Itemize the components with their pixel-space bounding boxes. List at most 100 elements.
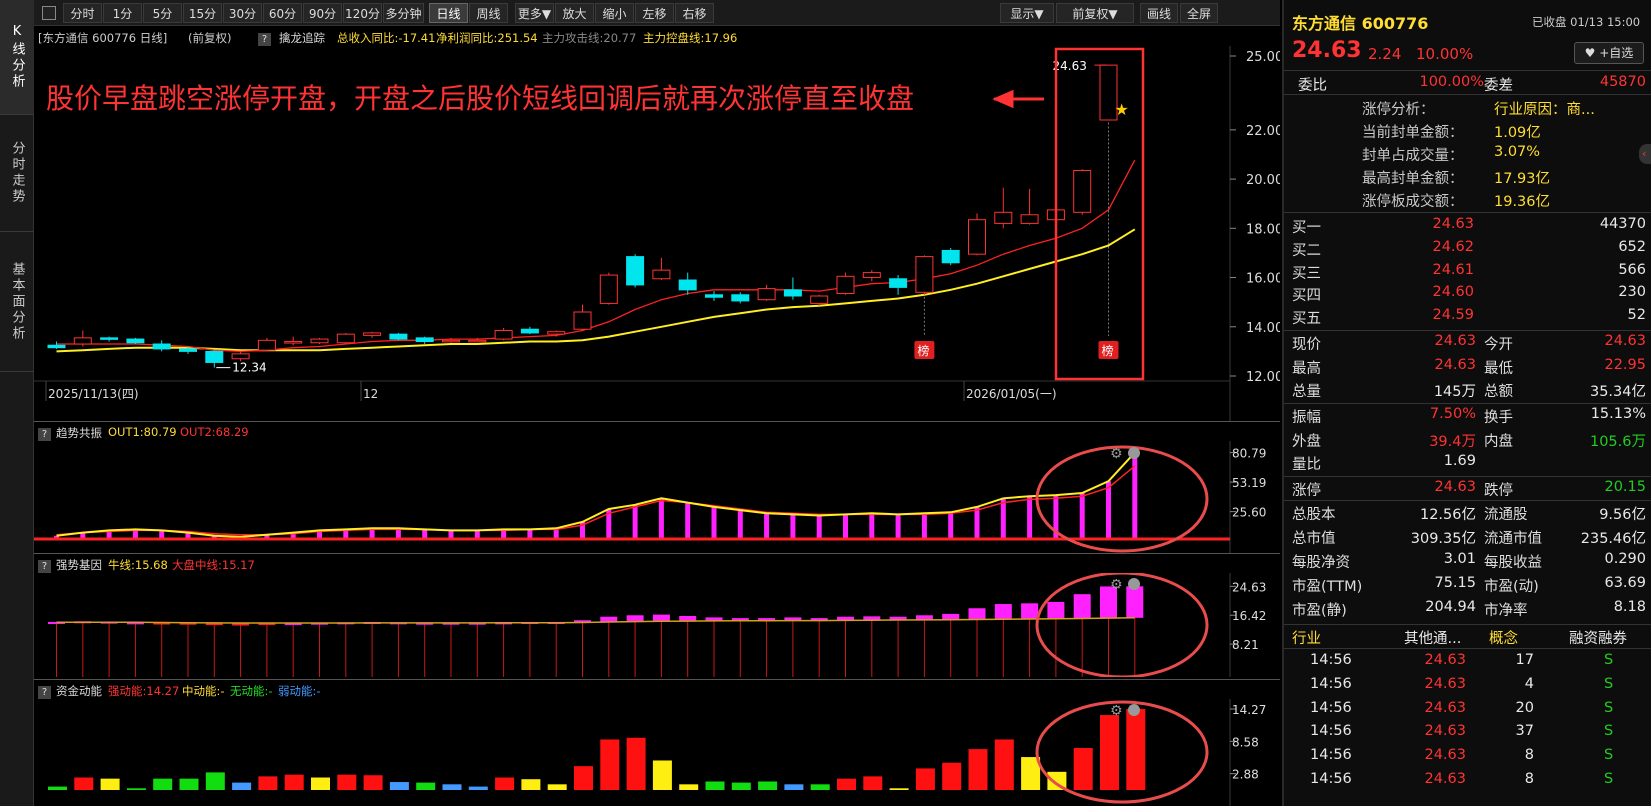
candle-up — [310, 338, 329, 344]
period-button-14[interactable]: 左移 — [635, 3, 674, 23]
fund-value: 75.15 — [1434, 575, 1476, 591]
quote-key: 最高 — [1292, 360, 1321, 377]
energy-bar — [1073, 747, 1093, 790]
period-button-9[interactable]: 日线 — [429, 3, 468, 23]
indicator1-header: ? 趋势共振 OUT1:80.79 OUT2:68.29 — [34, 421, 1280, 441]
quote-value: 1.69 — [1443, 453, 1476, 469]
candle-down — [415, 337, 434, 343]
candle-up — [231, 353, 250, 360]
tick-volume: 17 — [1515, 652, 1534, 668]
period-button-13[interactable]: 缩小 — [595, 3, 634, 23]
energy-bar — [574, 766, 593, 790]
indicator2-header: ? 强势基因 牛线:15.68 大盘中线:15.17 — [34, 553, 1280, 573]
bang-label: 榜 — [917, 343, 929, 358]
close-icon — [1128, 447, 1140, 459]
period-button-1[interactable]: 1分 — [103, 3, 142, 23]
energy-bar — [915, 768, 935, 790]
quote-value: 24.63 — [1604, 333, 1646, 349]
indicator3-medium: 中动能:- — [182, 684, 225, 698]
strong-gene-chart[interactable]: 24.63 16.42 8.21 ⚙ — [34, 573, 1280, 677]
out1-line — [56, 451, 1136, 538]
period-button-4[interactable]: 30分 — [223, 3, 262, 23]
toolbar-checkbox[interactable] — [42, 6, 56, 20]
period-button-3[interactable]: 15分 — [183, 3, 222, 23]
indicator3-weak: 弱动能:- — [278, 684, 321, 698]
resonance-bar — [816, 515, 822, 539]
period-button-2[interactable]: 5分 — [143, 3, 182, 23]
annotation-text: 股价早盘跳空涨停开盘，开盘之后股价短线回调后就再次涨停直至收盘 — [46, 82, 914, 115]
tab-fundamentals[interactable]: 基本面分析 — [0, 232, 34, 372]
bid-price: 24.61 — [1432, 261, 1474, 278]
tick-time: 14:56 — [1310, 723, 1352, 740]
limit-analysis-key: 封单占成交量： — [1362, 148, 1464, 164]
period-button-12[interactable]: 放大 — [555, 3, 594, 23]
tick-time: 14:56 — [1310, 747, 1352, 764]
indicator3-strong: 强动能:14.27 — [108, 684, 180, 698]
ma-short-line — [56, 159, 1136, 353]
quote-value: 145万 — [1433, 384, 1476, 400]
tick-price: 24.63 — [1424, 675, 1466, 692]
period-button-0[interactable]: 分时 — [63, 3, 102, 23]
close-icon — [1128, 578, 1140, 590]
fund-value: 3.01 — [1443, 551, 1476, 567]
price-change: 2.24 — [1368, 45, 1402, 63]
collapse-arrow-icon[interactable]: ‹ — [1639, 144, 1651, 164]
quote-value: 105.6万 — [1589, 433, 1646, 450]
toolbar-right-button-1[interactable]: 前复权▼ — [1056, 3, 1134, 23]
tab-kline-analysis[interactable]: K线分析 — [0, 0, 34, 115]
energy-bar — [521, 779, 541, 790]
candlestick-chart[interactable]: 25.00 22.00 20.00 18.00 16.00 14.00 12.00 2025/… — [34, 46, 1280, 421]
info-tab-3[interactable]: 融资融券 — [1569, 627, 1627, 648]
tab-intraday[interactable]: 分时走势 — [0, 115, 34, 232]
candle-up — [915, 256, 934, 293]
bid-label: 买三 — [1292, 265, 1321, 282]
annotation-arrow — [992, 89, 1044, 109]
settings-icon: ⚙ — [1110, 703, 1123, 719]
info-tab-2[interactable]: 概念 — [1489, 627, 1518, 648]
toolbar-right-button-3[interactable]: 全屏 — [1180, 3, 1218, 23]
period-button-7[interactable]: 120分 — [343, 3, 382, 23]
resonance-bar — [1000, 498, 1006, 539]
capital-energy-chart[interactable]: 14.27 8.58 2.88 ⚙ — [34, 699, 1280, 806]
period-button-8[interactable]: 多分钟 — [383, 3, 424, 23]
candle-down — [205, 350, 224, 363]
axis-label: 8.21 — [1232, 638, 1259, 652]
gene-bar — [1073, 594, 1091, 619]
bid-label: 买四 — [1292, 288, 1321, 305]
indicator3-header: ? 资金动能 强动能:14.27 中动能:- 无动能:- 弱动能:- — [34, 679, 1280, 699]
energy-bar — [837, 778, 856, 790]
add-watchlist-button[interactable]: ♥ +自选 — [1574, 42, 1644, 64]
candle-up — [547, 331, 566, 335]
period-button-6[interactable]: 90分 — [303, 3, 342, 23]
bang-label: 榜 — [1102, 343, 1114, 358]
quote-key: 跌停 — [1484, 483, 1513, 499]
quote-value: 22.95 — [1604, 356, 1646, 373]
energy-bar — [547, 784, 567, 790]
period-button-15[interactable]: 右移 — [675, 3, 714, 23]
price-tick-label: 22.00 — [1246, 124, 1280, 139]
energy-bar — [705, 781, 725, 790]
limit-analysis-key: 涨停分析： — [1362, 102, 1435, 118]
info-tab-1[interactable]: 其他通... — [1404, 627, 1461, 648]
info-tab-0[interactable]: 行业 — [1292, 627, 1321, 648]
toolbar-right-button-0[interactable]: 显示▼ — [1000, 3, 1054, 23]
energy-bar — [126, 788, 146, 790]
candle-down — [126, 338, 145, 344]
candle-up — [494, 329, 513, 340]
axis-label: 16.42 — [1232, 609, 1266, 623]
candle-up — [862, 272, 881, 279]
toolbar-right-button-2[interactable]: 画线 — [1140, 3, 1178, 23]
period-button-11[interactable]: 更多▼ — [515, 3, 554, 23]
limit-analysis-value: 17.93亿 — [1494, 171, 1551, 187]
tick-volume: 37 — [1515, 723, 1534, 740]
energy-bar — [179, 778, 199, 790]
quote-key: 振幅 — [1292, 410, 1321, 426]
period-button-10[interactable]: 周线 — [469, 3, 508, 23]
low-price-label: 12.34 — [232, 361, 266, 375]
energy-bar — [442, 784, 462, 790]
weicha-value: 45870 — [1599, 74, 1646, 90]
candle-up — [468, 339, 487, 343]
trend-resonance-chart[interactable]: 80.79 53.19 25.60 ⚙ — [34, 441, 1280, 554]
resonance-bar — [1027, 496, 1033, 539]
period-button-5[interactable]: 60分 — [263, 3, 302, 23]
